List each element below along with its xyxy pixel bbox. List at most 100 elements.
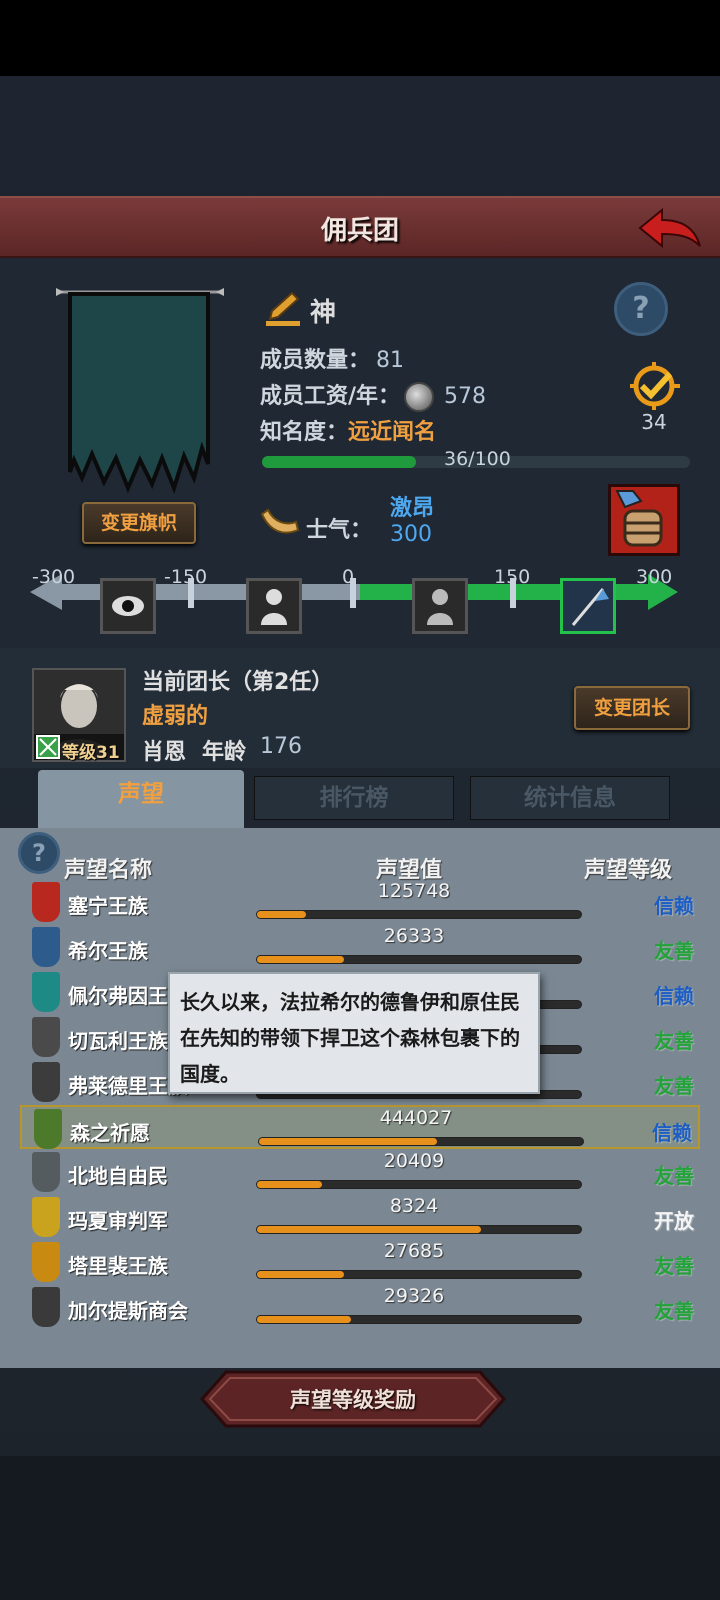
faction-shield-icon	[32, 1062, 60, 1102]
scale-tick-label: 300	[636, 566, 673, 588]
tab-leaderboard[interactable]: 排行榜	[254, 776, 454, 820]
faction-shield-icon	[32, 882, 60, 922]
member-count-value: 81	[376, 348, 405, 373]
reputation-value: 27685	[383, 1240, 445, 1262]
achievement-count: 34	[641, 410, 667, 434]
reputation-level: 友善	[654, 939, 694, 963]
scale-tick-label: 150	[494, 566, 531, 588]
reputation-progress-fill	[259, 1138, 438, 1145]
change-leader-button[interactable]: 变更团长	[574, 686, 690, 730]
reputation-value: 125748	[377, 880, 451, 902]
faction-name: 北地自由民	[68, 1164, 168, 1188]
fame-line: 知名度：远近闻名	[260, 414, 436, 446]
reputation-row[interactable]: 北地自由民 20409 友善	[20, 1150, 700, 1194]
reputation-progress-bar	[256, 1180, 582, 1189]
reputation-level: 友善	[654, 1164, 694, 1188]
reputation-value: 8324	[389, 1195, 439, 1217]
reputation-value: 26333	[383, 925, 445, 947]
help-icon[interactable]: ?	[614, 282, 668, 336]
scale-tick-label: 0	[342, 566, 355, 588]
reputation-level: 友善	[654, 1254, 694, 1278]
silver-coin-icon	[404, 382, 435, 412]
reputation-progress-bar	[256, 1225, 582, 1234]
inspired-flag-icon	[560, 578, 616, 634]
morale-state: 激昂	[390, 496, 435, 521]
fame-label: 知名度：	[260, 420, 349, 445]
reputation-value: 444027	[379, 1107, 453, 1129]
leader-age-label: 年龄	[202, 740, 247, 765]
wage-line: 成员工资/年： 578	[260, 378, 486, 412]
member-count-label: 成员数量：	[260, 348, 371, 373]
panic-eye-icon	[100, 578, 156, 634]
leader-age-value: 176	[260, 734, 302, 759]
reputation-row[interactable]: 塞宁王族 125748 信赖	[20, 880, 700, 924]
faction-shield-icon	[32, 1287, 60, 1327]
reputation-row[interactable]: 森之祈愿 444027 信赖	[20, 1105, 700, 1149]
morale-label: 士气：	[306, 518, 373, 543]
reputation-progress-fill	[257, 911, 306, 918]
faction-name: 森之祈愿	[70, 1121, 150, 1145]
header-bar: 佣兵团	[0, 196, 720, 258]
faction-shield-icon	[34, 1109, 62, 1149]
reputation-level: 开放	[654, 1209, 694, 1233]
faction-name: 切瓦利王族	[68, 1029, 168, 1053]
reputation-level: 信赖	[654, 894, 694, 918]
reputation-progress-fill	[257, 1316, 351, 1323]
page-title: 佣兵团	[320, 216, 399, 246]
supply-barrel-icon[interactable]	[608, 484, 680, 556]
navigation-bar	[0, 1456, 720, 1600]
reputation-progress-fill	[257, 1226, 481, 1233]
scale-tick-label: -150	[164, 566, 208, 588]
faction-name: 加尔提斯商会	[68, 1299, 188, 1323]
company-name-row: 神	[264, 290, 336, 330]
reputation-row[interactable]: 加尔提斯商会 29326 友善	[20, 1285, 700, 1329]
faction-shield-icon	[32, 972, 60, 1012]
fame-progress-text: 36/100	[444, 448, 511, 470]
faction-shield-icon	[32, 1242, 60, 1282]
fame-progress-fill	[262, 456, 417, 468]
reputation-progress-bar	[256, 910, 582, 919]
faction-shield-icon	[32, 1197, 60, 1237]
wage-label: 成员工资/年：	[260, 384, 401, 409]
calm-figure-icon	[412, 578, 468, 634]
faction-shield-icon	[32, 1017, 60, 1057]
faction-name: 塔里裴王族	[68, 1254, 168, 1278]
reputation-row[interactable]: 希尔王族 26333 友善	[20, 925, 700, 969]
edit-name-icon[interactable]	[264, 291, 302, 329]
scale-tick-label: -300	[32, 566, 76, 588]
member-count-line: 成员数量： 81	[260, 342, 404, 374]
reputation-progress-bar	[256, 1270, 582, 1279]
faction-tooltip: 长久以来，法拉希尔的德鲁伊和原住民在先知的带领下捍卫这个森林包裹下的国度。	[168, 972, 540, 1094]
banner-flag	[56, 288, 224, 494]
wage-value: 578	[444, 384, 487, 409]
reputation-row[interactable]: 玛夏审判军 8324 开放	[20, 1195, 700, 1239]
reputation-progress-fill	[257, 956, 345, 963]
fame-value: 远近闻名	[348, 420, 437, 445]
reputation-level: 友善	[654, 1074, 694, 1098]
reputation-row[interactable]: 塔里裴王族 27685 友善	[20, 1240, 700, 1284]
tab-statistics[interactable]: 统计信息	[470, 776, 670, 820]
reputation-level: 友善	[654, 1029, 694, 1053]
reputation-level: 友善	[654, 1299, 694, 1323]
reputation-level: 信赖	[654, 984, 694, 1008]
faction-shield-icon	[32, 1152, 60, 1192]
company-name: 神	[310, 297, 337, 328]
change-banner-button[interactable]: 变更旗帜	[82, 502, 196, 544]
leader-level: 等级31	[62, 743, 120, 763]
achievement-icon[interactable]	[622, 362, 686, 414]
tab-reputation[interactable]: 声望	[38, 770, 244, 832]
reputation-value: 29326	[383, 1285, 445, 1307]
faction-name: 塞宁王族	[68, 894, 148, 918]
reputation-reward-label[interactable]: 声望等级奖励	[200, 1384, 506, 1414]
horn-icon	[260, 508, 300, 534]
status-bar	[0, 0, 720, 76]
despair-figure-icon	[246, 578, 302, 634]
reputation-help-icon[interactable]: ?	[18, 832, 60, 874]
morale-value: 300	[390, 522, 432, 547]
reputation-level: 信赖	[652, 1121, 692, 1145]
leader-trait: 虚弱的	[142, 704, 209, 729]
faction-shield-icon	[32, 927, 60, 967]
back-arrow-icon[interactable]	[636, 206, 704, 252]
reputation-progress-bar	[256, 955, 582, 964]
reputation-value: 20409	[383, 1150, 445, 1172]
